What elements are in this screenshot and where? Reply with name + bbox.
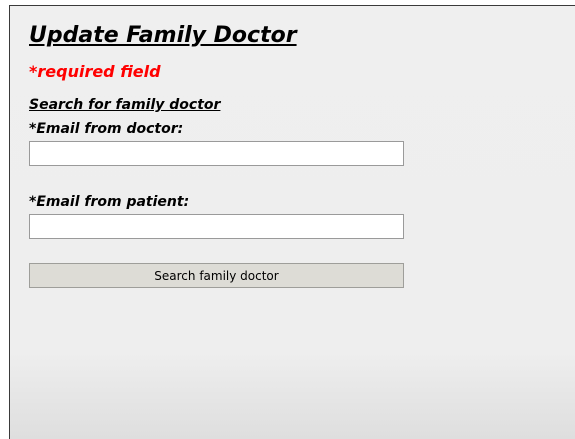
form-panel: Update Family Doctor *required field Sea… (9, 5, 575, 439)
patient-email-label: *Email from patient: (29, 194, 190, 210)
patient-email-input[interactable] (29, 214, 404, 239)
page-title: Update Family Doctor (29, 23, 297, 48)
section-heading: Search for family doctor (29, 97, 221, 113)
doctor-email-label: *Email from doctor: (29, 121, 184, 137)
search-family-doctor-button[interactable]: Search family doctor (29, 263, 404, 288)
doctor-email-input[interactable] (29, 141, 404, 166)
required-field-note: *required field (29, 62, 161, 81)
